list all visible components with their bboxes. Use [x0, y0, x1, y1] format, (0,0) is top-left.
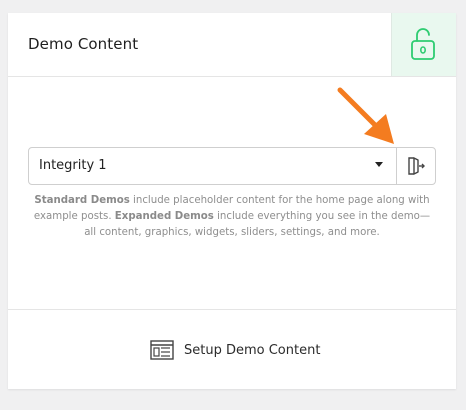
demo-select[interactable]: Integrity 1 — [28, 147, 398, 185]
demo-content-panel: Demo Content Integrity 1 Standard Demos … — [8, 13, 456, 389]
panel-title: Demo Content — [28, 35, 139, 53]
demo-select-value: Integrity 1 — [39, 158, 107, 173]
import-demo-button[interactable] — [396, 147, 436, 185]
divider — [8, 309, 456, 310]
standard-demos-label: Standard Demos — [34, 195, 130, 206]
lock-toggle[interactable] — [391, 13, 456, 76]
caret-down-icon — [375, 162, 383, 167]
unlock-icon — [411, 28, 435, 60]
panel-header: Demo Content — [8, 13, 456, 77]
setup-demo-content-label: Setup Demo Content — [184, 342, 321, 358]
demo-help-text: Standard Demos include placeholder conte… — [28, 193, 436, 241]
expanded-demos-label: Expanded Demos — [114, 211, 214, 222]
pointer-arrow-icon — [337, 87, 394, 144]
layout-icon — [150, 340, 174, 360]
import-icon — [408, 157, 425, 175]
demo-select-row: Integrity 1 — [28, 147, 436, 185]
setup-demo-content-button[interactable]: Setup Demo Content — [150, 339, 320, 361]
